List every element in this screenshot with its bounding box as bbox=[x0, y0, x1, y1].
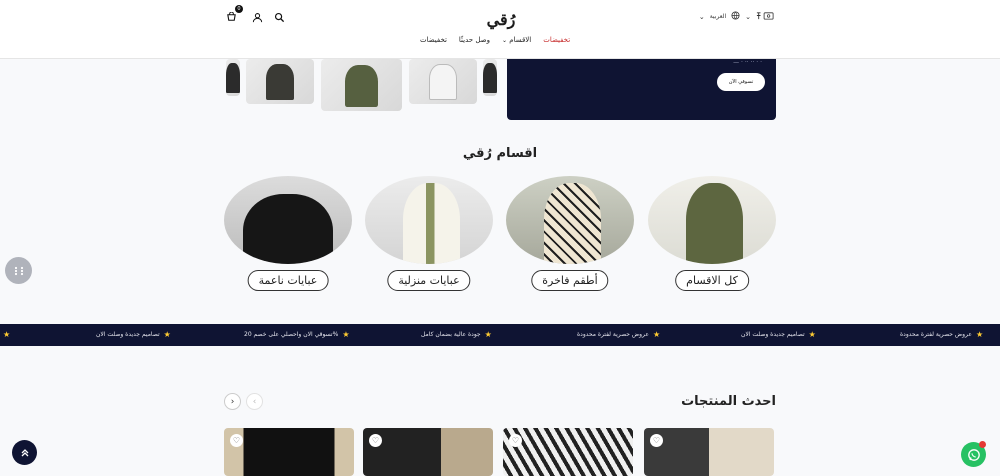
marquee-star: ★ bbox=[3, 330, 10, 339]
carousel-prev-button[interactable]: ‹ bbox=[246, 393, 263, 410]
category-image-figure bbox=[544, 183, 601, 264]
user-icon[interactable] bbox=[250, 10, 264, 24]
currency-icon[interactable] bbox=[756, 11, 774, 22]
star-icon: ★ bbox=[342, 330, 350, 339]
category-image bbox=[648, 176, 776, 264]
chevron-left-icon: ‹ bbox=[252, 396, 257, 407]
star-icon: ★ bbox=[484, 330, 492, 339]
banner-text-fragment: — · ·· ·· · · bbox=[733, 59, 762, 66]
search-icon[interactable] bbox=[272, 10, 286, 24]
whatsapp-icon bbox=[967, 448, 980, 461]
shop-now-button[interactable]: تسوقي الآن bbox=[717, 73, 765, 91]
category-image bbox=[224, 176, 352, 264]
star-icon: ★ bbox=[3, 330, 11, 339]
header-actions: 0 bbox=[224, 5, 286, 24]
heart-icon[interactable]: ♡ bbox=[230, 434, 243, 447]
category-label[interactable]: كل الاقسام bbox=[675, 270, 749, 291]
star-icon: ★ bbox=[652, 330, 661, 339]
chevron-down-icon: ⌄ bbox=[501, 37, 507, 44]
hero-image-strip bbox=[226, 59, 240, 96]
hero-image bbox=[246, 59, 314, 104]
chevron-down-icon[interactable]: ⌄ bbox=[745, 13, 751, 21]
double-chevron-up-icon bbox=[21, 448, 28, 456]
nav-item-new-arrivals[interactable]: وصل حديثًا bbox=[459, 36, 490, 44]
hero-image-strip bbox=[483, 59, 497, 96]
star-icon: ★ bbox=[163, 330, 171, 339]
grid-dots-icon bbox=[14, 266, 23, 275]
category-card-luxury-sets[interactable]: أطقم فاخرة bbox=[506, 176, 634, 291]
category-image bbox=[506, 176, 634, 264]
category-card-home-abayas[interactable]: عبايات منزلية bbox=[365, 176, 493, 291]
category-card-soft-abayas[interactable]: عبايات ناعمة bbox=[224, 176, 352, 291]
category-label[interactable]: عبايات منزلية bbox=[387, 270, 471, 291]
heart-icon[interactable]: ♡ bbox=[369, 434, 382, 447]
category-image-figure bbox=[686, 183, 743, 264]
nav-item-categories-label: الاقسام bbox=[509, 36, 532, 44]
product-card[interactable]: ♡ bbox=[644, 428, 774, 476]
marquee-item: تصاميم جديدة وصلت الان ★ bbox=[96, 330, 171, 339]
star-icon: ★ bbox=[975, 330, 984, 339]
star-icon: ★ bbox=[808, 330, 816, 339]
marquee-item: عروض حصرية لفترة محدودة ★ bbox=[900, 330, 984, 339]
cart-count-badge: 0 bbox=[235, 5, 243, 13]
logo-text: رُقي bbox=[486, 9, 516, 29]
category-image-figure bbox=[243, 193, 333, 264]
product-card[interactable]: ♡ bbox=[363, 428, 493, 476]
product-card[interactable]: ♡ bbox=[224, 428, 354, 476]
main-nav: تخفيضات الاقسام ⌄ وصل حديثًا تخفيضات bbox=[420, 36, 570, 44]
carousel-next-button[interactable]: › bbox=[224, 393, 241, 410]
nav-item-sale[interactable]: تخفيضات bbox=[543, 36, 570, 44]
nav-item-categories[interactable]: الاقسام ⌄ bbox=[502, 36, 531, 44]
heart-icon[interactable]: ♡ bbox=[650, 434, 663, 447]
latest-products-title: احدث المنتجات bbox=[681, 394, 776, 409]
nav-item-sale-2[interactable]: تخفيضات bbox=[420, 36, 447, 44]
header-utilities: ⌄ العربية ⌄ bbox=[699, 11, 774, 22]
marquee-item: تصاميم جديدة وصلت الان ★ bbox=[741, 330, 816, 339]
category-card-all[interactable]: كل الاقسام bbox=[648, 176, 776, 291]
category-label[interactable]: أطقم فاخرة bbox=[531, 270, 609, 291]
marquee-item: تسوقي الان واحصلي على خصم 20% ★ bbox=[244, 330, 350, 339]
chevron-right-icon: › bbox=[230, 396, 235, 407]
category-image-figure bbox=[403, 183, 460, 264]
heart-icon[interactable]: ♡ bbox=[509, 434, 522, 447]
marquee-item: جودة عالية بضمان كامل ★ bbox=[421, 330, 492, 339]
notification-dot bbox=[979, 441, 986, 448]
site-logo[interactable]: رُقي bbox=[482, 6, 520, 32]
product-card[interactable]: ♡ bbox=[503, 428, 633, 476]
accessibility-widget-button[interactable] bbox=[5, 257, 32, 284]
announcement-marquee: عروض حصرية لفترة محدودة ★ تصاميم جديدة وص… bbox=[0, 324, 1000, 346]
marquee-item: عروض حصرية لفترة محدودة ★ bbox=[577, 330, 661, 339]
language-label[interactable]: العربية bbox=[710, 13, 726, 20]
hero-image bbox=[321, 59, 402, 111]
categories-title: اقسام رُقي bbox=[462, 146, 538, 161]
category-image bbox=[365, 176, 493, 264]
globe-icon[interactable] bbox=[731, 11, 740, 22]
category-label[interactable]: عبايات ناعمة bbox=[247, 270, 329, 291]
chevron-down-icon[interactable]: ⌄ bbox=[699, 13, 705, 21]
cart-icon[interactable]: 0 bbox=[224, 5, 243, 24]
site-header: 0 رُقي ⌄ العربية ⌄ تخفيضات الاقسام ⌄ وصل… bbox=[0, 0, 1000, 59]
hero-image bbox=[409, 59, 477, 104]
scroll-to-top-button[interactable] bbox=[12, 440, 37, 465]
